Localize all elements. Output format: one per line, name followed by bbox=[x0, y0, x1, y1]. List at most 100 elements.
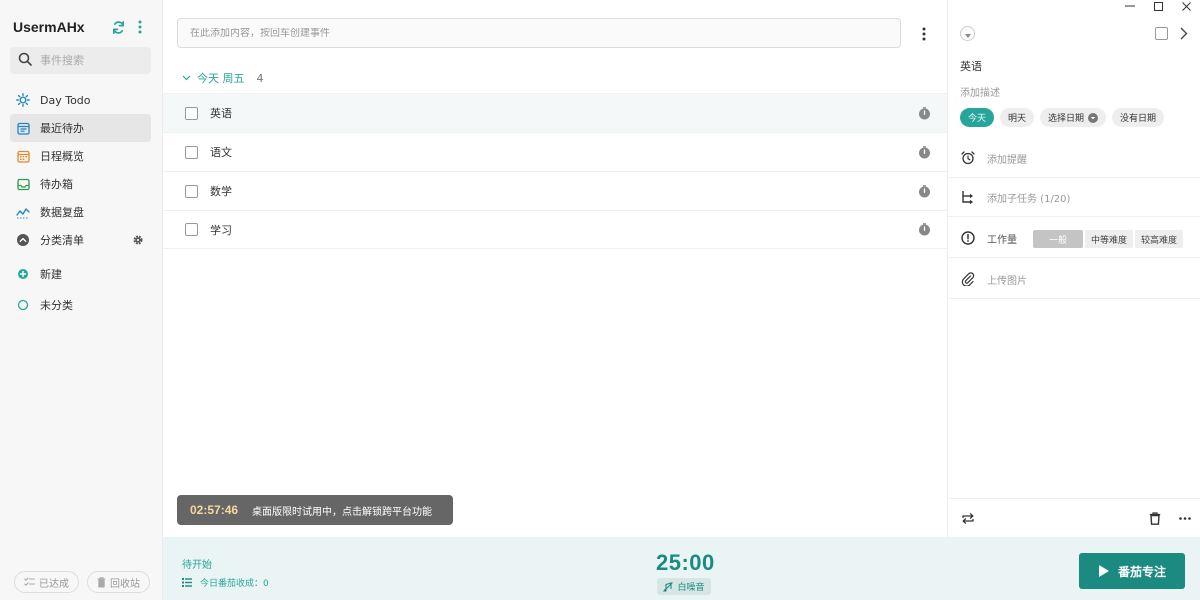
group-header[interactable]: 今天 周五 4 bbox=[182, 70, 264, 86]
more-vertical-icon[interactable] bbox=[132, 19, 148, 35]
nav-item-recent-todo[interactable]: 最近待办 bbox=[10, 114, 151, 142]
alarm-clock-icon bbox=[961, 151, 975, 165]
subtask-icon bbox=[961, 190, 975, 204]
trash-button[interactable]: 回收站 bbox=[87, 571, 150, 593]
subtask-label: 添加子任务 (1/20) bbox=[987, 193, 1071, 205]
list-icon bbox=[182, 578, 192, 587]
pomodoro-status: 待开始 今日番茄收成：0 bbox=[182, 556, 269, 589]
detail-title[interactable]: 英语 bbox=[960, 58, 982, 74]
detail-panel: 英语 添加描述 今天 明天 选择日期 没有日期 添加提醒 添加子任务 (1/20… bbox=[947, 0, 1200, 537]
sidebar-header: UsermAHx bbox=[13, 18, 148, 36]
caret-down-icon bbox=[964, 27, 971, 41]
new-category-button[interactable]: 新建 bbox=[10, 259, 151, 289]
reminder-label: 添加提醒 bbox=[987, 154, 1027, 166]
stopwatch-icon[interactable] bbox=[917, 145, 931, 159]
chip-tomorrow[interactable]: 明天 bbox=[1000, 108, 1035, 127]
date-chips: 今天 明天 选择日期 没有日期 bbox=[960, 108, 1165, 127]
repeat-icon[interactable] bbox=[961, 511, 975, 525]
nav-list: Day Todo 最近待办 日程概览 待办箱 数据复盘 分类清单 bbox=[10, 86, 151, 254]
nav-label: Day Todo bbox=[40, 93, 91, 107]
search-input[interactable] bbox=[40, 54, 140, 67]
search-box[interactable] bbox=[10, 47, 151, 74]
calendar-grid-icon bbox=[16, 149, 30, 163]
detail-checkbox[interactable] bbox=[1155, 27, 1168, 40]
chip-pick-date[interactable]: 选择日期 bbox=[1040, 108, 1107, 127]
main-panel: 今天 周五 4 英语 语文 数学 学习 bbox=[163, 0, 947, 600]
minimize-icon[interactable] bbox=[1116, 0, 1144, 12]
detail-footer bbox=[948, 498, 1200, 537]
task-checkbox[interactable] bbox=[185, 106, 198, 120]
status-text: 待开始 bbox=[182, 560, 212, 571]
dropdown-toggle[interactable] bbox=[960, 26, 975, 41]
nav-item-data-review[interactable]: 数据复盘 bbox=[10, 198, 151, 226]
inbox-icon bbox=[16, 177, 30, 191]
calendar-list-icon bbox=[16, 121, 30, 135]
nav-label: 最近待办 bbox=[40, 122, 84, 135]
today-count[interactable]: 今日番茄收成：0 bbox=[182, 576, 269, 589]
more-vertical-icon[interactable] bbox=[917, 25, 931, 43]
done-button[interactable]: 已达成 bbox=[14, 571, 79, 593]
task-row[interactable]: 英语 bbox=[163, 93, 947, 132]
add-circle-icon bbox=[16, 267, 30, 281]
task-checkbox[interactable] bbox=[185, 184, 198, 198]
stopwatch-icon[interactable] bbox=[917, 184, 931, 198]
upload-image-row[interactable]: 上传图片 bbox=[948, 260, 1200, 299]
nav-item-day-todo[interactable]: Day Todo bbox=[10, 86, 151, 114]
username: UsermAHx bbox=[13, 19, 85, 35]
add-task-input[interactable] bbox=[190, 27, 900, 39]
gear-icon[interactable] bbox=[131, 233, 145, 247]
white-noise-button[interactable]: 白噪音 bbox=[657, 578, 711, 595]
detail-description[interactable]: 添加描述 bbox=[960, 84, 1000, 99]
nav-item-category-list[interactable]: 分类清单 bbox=[10, 226, 151, 254]
workload-normal[interactable]: 一般 bbox=[1033, 230, 1083, 248]
nav-item-schedule[interactable]: 日程概览 bbox=[10, 142, 151, 170]
chip-pick-date-label: 选择日期 bbox=[1048, 114, 1085, 124]
task-row[interactable]: 语文 bbox=[163, 132, 947, 171]
reminder-row[interactable]: 添加提醒 bbox=[948, 139, 1200, 178]
workload-medium[interactable]: 中等难度 bbox=[1085, 230, 1134, 248]
task-name: 语文 bbox=[210, 146, 232, 159]
today-count-label: 今日番茄收成：0 bbox=[200, 579, 269, 589]
task-row[interactable]: 学习 bbox=[163, 210, 947, 249]
stopwatch-icon[interactable] bbox=[917, 106, 931, 120]
trash-icon bbox=[97, 576, 106, 588]
category-list: 新建 未分类 bbox=[10, 259, 151, 321]
subtask-row[interactable]: 添加子任务 (1/20) bbox=[948, 178, 1200, 217]
done-label: 已达成 bbox=[39, 578, 69, 590]
nav-item-inbox[interactable]: 待办箱 bbox=[10, 170, 151, 198]
chevron-right-icon[interactable] bbox=[1178, 26, 1190, 40]
trend-icon bbox=[16, 205, 30, 219]
circle-outline-icon bbox=[16, 298, 30, 312]
task-checkbox[interactable] bbox=[185, 145, 198, 159]
start-focus-button[interactable]: 番茄专注 bbox=[1079, 553, 1185, 589]
task-list: 英语 语文 数学 学习 bbox=[163, 93, 947, 249]
trash-icon[interactable] bbox=[1148, 511, 1162, 525]
pomodoro-bar: 待开始 今日番茄收成：0 25:00 白噪音 番茄专注 bbox=[163, 537, 1200, 600]
sidebar-footer: 已达成 回收站 bbox=[14, 571, 150, 593]
close-icon[interactable] bbox=[1172, 0, 1200, 12]
trial-toast[interactable]: 02:57:46 桌面版限时试用中，点击解锁跨平台功能 bbox=[177, 495, 453, 525]
nav-label: 数据复盘 bbox=[40, 206, 84, 219]
nav-label: 待办箱 bbox=[40, 178, 73, 191]
add-task-box[interactable] bbox=[177, 18, 901, 48]
workload-hard[interactable]: 较高难度 bbox=[1135, 230, 1184, 248]
maximize-icon[interactable] bbox=[1144, 0, 1172, 12]
collapse-circle-icon bbox=[16, 233, 30, 247]
task-row[interactable]: 数学 bbox=[163, 171, 947, 210]
workload-label: 工作量 bbox=[987, 234, 1017, 246]
sun-icon bbox=[16, 93, 30, 107]
task-checkbox[interactable] bbox=[185, 223, 198, 236]
chip-today[interactable]: 今天 bbox=[960, 108, 995, 127]
trial-countdown: 02:57:46 bbox=[190, 503, 239, 517]
task-name: 学习 bbox=[210, 223, 232, 237]
more-horizontal-icon[interactable] bbox=[1178, 511, 1192, 525]
stopwatch-icon[interactable] bbox=[917, 223, 931, 237]
sync-icon[interactable] bbox=[110, 19, 126, 35]
chip-no-date[interactable]: 没有日期 bbox=[1112, 108, 1165, 127]
play-icon bbox=[1098, 564, 1110, 578]
chevron-down-icon bbox=[182, 75, 191, 81]
upload-image-label: 上传图片 bbox=[987, 275, 1027, 287]
trial-message: 桌面版限时试用中，点击解锁跨平台功能 bbox=[252, 506, 433, 518]
white-noise-label: 白噪音 bbox=[677, 583, 705, 593]
nav-item-uncategorized[interactable]: 未分类 bbox=[10, 290, 151, 320]
